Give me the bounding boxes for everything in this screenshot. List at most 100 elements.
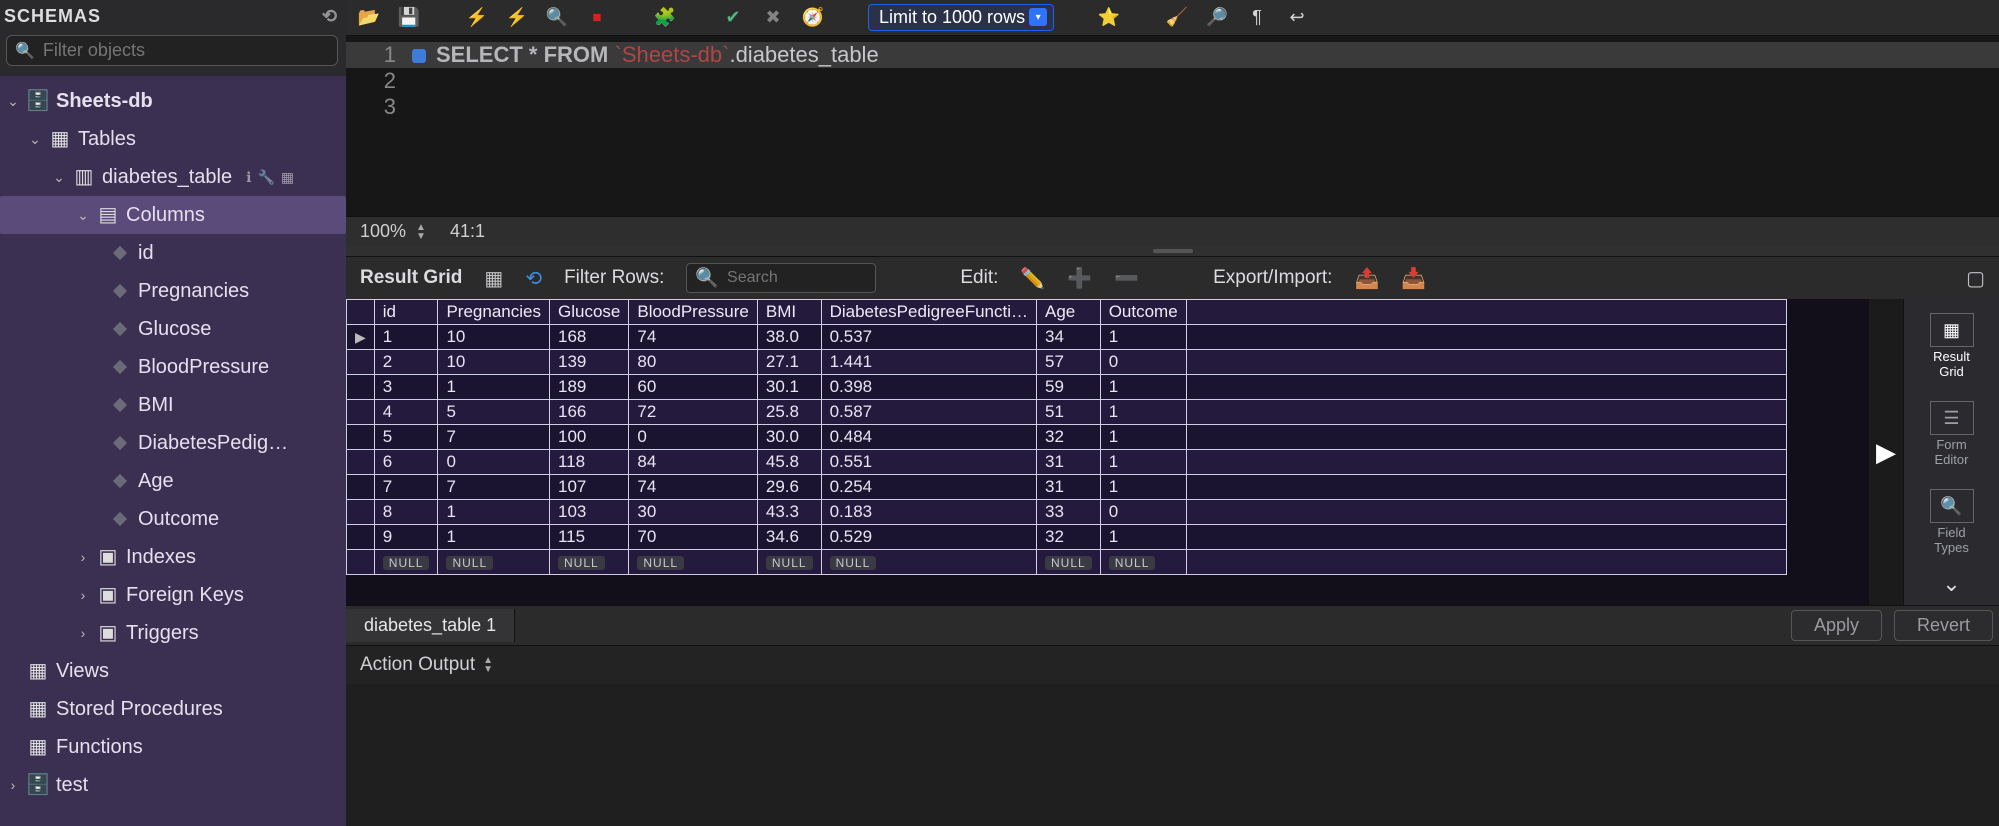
table-row[interactable]: 2101398027.11.441570 (347, 350, 1787, 375)
cell[interactable]: 80 (629, 350, 758, 375)
cell-null[interactable]: NULL (549, 550, 628, 575)
cell[interactable]: 32 (1037, 425, 1101, 450)
tree-foreign-keys[interactable]: ▣ Foreign Keys (0, 576, 346, 614)
cell[interactable]: 10 (438, 350, 550, 375)
cell[interactable]: 1 (1100, 375, 1186, 400)
cell[interactable]: 7 (438, 425, 550, 450)
cell[interactable]: 51 (1037, 400, 1101, 425)
tree-column[interactable]: Outcome (0, 500, 346, 538)
wrap-cell-icon[interactable]: ▢ (1966, 266, 1985, 291)
invisible-chars-icon[interactable]: ¶ (1244, 5, 1270, 31)
row-marker[interactable] (347, 400, 375, 425)
cell[interactable]: 166 (549, 400, 628, 425)
import-icon[interactable]: 📥 (1401, 266, 1426, 291)
table-row[interactable]: 57100030.00.484321 (347, 425, 1787, 450)
stop-icon[interactable]: ⏹ (584, 5, 610, 31)
tree-column[interactable]: BloodPressure (0, 348, 346, 386)
cell[interactable]: 10 (438, 325, 550, 350)
save-file-icon[interactable]: 💾 (396, 5, 422, 31)
cell[interactable]: 8 (374, 500, 438, 525)
cell[interactable]: 0.587 (821, 400, 1036, 425)
cell[interactable]: 30.1 (757, 375, 821, 400)
stepper-icon[interactable]: ▲▼ (483, 656, 493, 674)
panel-form-editor[interactable]: ☰ Form Editor (1930, 395, 1974, 473)
chevron-right-icon[interactable] (76, 576, 90, 614)
row-marker[interactable] (347, 500, 375, 525)
column-header[interactable]: Glucose (549, 300, 628, 325)
cell-null[interactable]: NULL (438, 550, 550, 575)
cell-null[interactable]: NULL (374, 550, 438, 575)
cell[interactable]: 31 (1037, 475, 1101, 500)
cell[interactable]: 59 (1037, 375, 1101, 400)
cell[interactable]: 0.183 (821, 500, 1036, 525)
cell[interactable]: 103 (549, 500, 628, 525)
result-tab[interactable]: diabetes_table 1 (346, 609, 515, 642)
sidebar-search[interactable]: 🔍 (6, 35, 338, 66)
commit-icon[interactable]: ✔ (720, 5, 746, 31)
table-row[interactable]: 311896030.10.398591 (347, 375, 1787, 400)
tree-stored-procs[interactable]: ▦ Stored Procedures (0, 690, 346, 728)
chevron-down-icon[interactable] (28, 120, 42, 158)
cell[interactable]: 30 (629, 500, 758, 525)
cell[interactable]: 7 (374, 475, 438, 500)
cell[interactable]: 30.0 (757, 425, 821, 450)
cell[interactable]: 0.537 (821, 325, 1036, 350)
table-row[interactable]: 601188445.80.551311 (347, 450, 1787, 475)
cell[interactable]: 168 (549, 325, 628, 350)
cell-null[interactable]: NULL (1037, 550, 1101, 575)
cell[interactable]: 139 (549, 350, 628, 375)
cell[interactable]: 1 (1100, 325, 1186, 350)
tree-columns[interactable]: ▤ Columns (0, 196, 346, 234)
cell[interactable]: 25.8 (757, 400, 821, 425)
table-row[interactable]: 451667225.80.587511 (347, 400, 1787, 425)
toggle-icon[interactable]: 🧩 (652, 5, 678, 31)
export-icon[interactable]: 📤 (1354, 266, 1379, 291)
row-marker[interactable] (347, 450, 375, 475)
autocommit-icon[interactable]: 🧭 (800, 5, 826, 31)
panel-result-grid[interactable]: ▦ Result Grid (1930, 307, 1974, 385)
cell[interactable]: 74 (629, 325, 758, 350)
cell[interactable]: 115 (549, 525, 628, 550)
wrap-icon[interactable]: ↩ (1284, 5, 1310, 31)
cell[interactable]: 1 (438, 375, 550, 400)
chevron-down-icon[interactable] (52, 158, 66, 196)
tree-column[interactable]: Age (0, 462, 346, 500)
table-row[interactable]: 911157034.60.529321 (347, 525, 1787, 550)
column-header[interactable]: id (374, 300, 438, 325)
cell[interactable]: 2 (374, 350, 438, 375)
tree-column[interactable]: id (0, 234, 346, 272)
action-output-select[interactable]: Action Output ▲▼ (360, 654, 493, 676)
cell[interactable]: 5 (374, 425, 438, 450)
cell[interactable]: 43.3 (757, 500, 821, 525)
cell[interactable]: 45.8 (757, 450, 821, 475)
cell[interactable]: 31 (1037, 450, 1101, 475)
cell[interactable]: 9 (374, 525, 438, 550)
cell[interactable]: 0.529 (821, 525, 1036, 550)
tree-db-sheets[interactable]: 🗄️ Sheets-db (0, 82, 346, 120)
cell[interactable]: 6 (374, 450, 438, 475)
cell[interactable]: 100 (549, 425, 628, 450)
cell[interactable]: 1 (1100, 525, 1186, 550)
tree-views[interactable]: ▦ Views (0, 652, 346, 690)
cell[interactable]: 0.254 (821, 475, 1036, 500)
cell[interactable]: 5 (438, 400, 550, 425)
tree-functions[interactable]: ▦ Functions (0, 728, 346, 766)
row-marker[interactable]: ▶ (347, 325, 375, 350)
chevron-right-icon[interactable] (76, 538, 90, 576)
more-panels-icon[interactable]: ⌄ (1942, 571, 1960, 597)
result-grid[interactable]: idPregnanciesGlucoseBloodPressureBMIDiab… (346, 299, 1869, 605)
row-marker[interactable] (347, 350, 375, 375)
execute-current-icon[interactable]: ⚡ (504, 5, 530, 31)
cell[interactable]: 1 (374, 325, 438, 350)
filter-rows-input-wrap[interactable]: 🔍 (686, 263, 876, 293)
cell[interactable]: 57 (1037, 350, 1101, 375)
cell[interactable]: 1 (1100, 400, 1186, 425)
chevron-down-icon[interactable] (6, 82, 20, 120)
cell[interactable]: 107 (549, 475, 628, 500)
sidebar-search-input[interactable] (43, 40, 329, 61)
schemas-refresh-icon[interactable]: ⟲ (322, 6, 338, 27)
table-action-icons[interactable]: ℹ🔧▦ (246, 158, 294, 196)
cell[interactable]: 0.551 (821, 450, 1036, 475)
chevron-right-icon[interactable] (76, 614, 90, 652)
cell[interactable]: 70 (629, 525, 758, 550)
